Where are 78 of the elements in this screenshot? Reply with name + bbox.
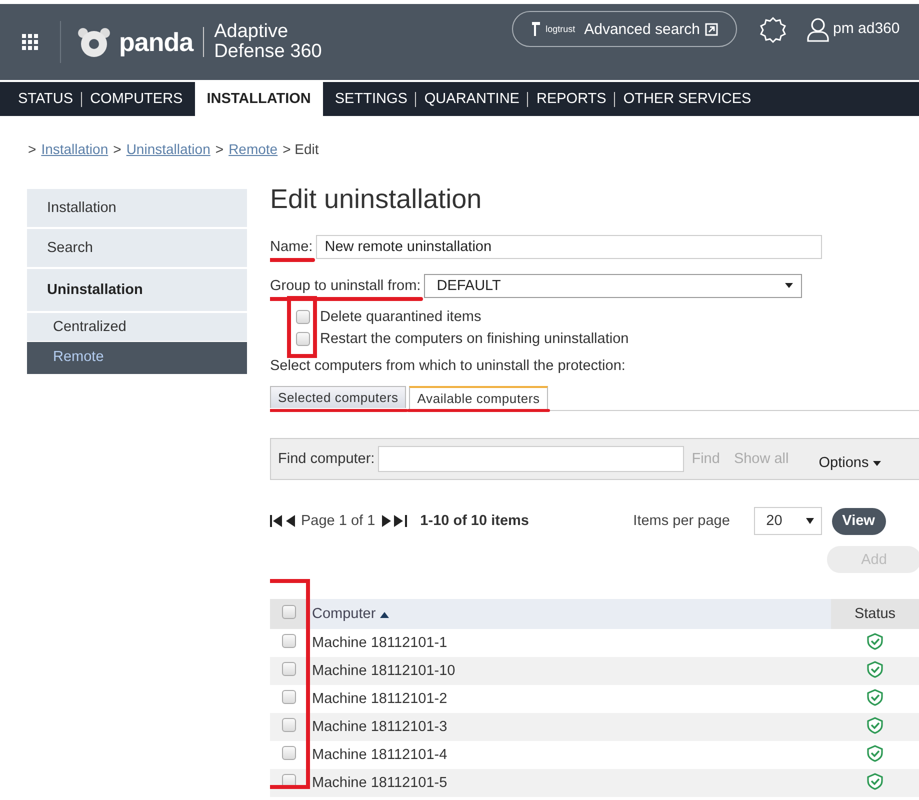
breadcrumb-text: > Edit <box>282 141 319 159</box>
checkbox[interactable] <box>296 310 310 324</box>
group-dropdown[interactable]: DEFAULT <box>424 274 802 298</box>
product-name: Defense 360 <box>214 42 322 62</box>
page-indicator: Page 1 of 1 <box>301 513 376 529</box>
checkbox-label: Delete quarantined items <box>320 309 482 325</box>
shield-check-icon <box>866 660 884 678</box>
table-cell: Machine 18112101-1 <box>308 629 831 657</box>
user-name[interactable]: pm ad360 <box>833 20 900 37</box>
shield-check-icon <box>866 632 884 650</box>
search-field[interactable] <box>378 446 684 472</box>
product-name: Adaptive <box>214 22 290 42</box>
previous-page-icon <box>286 515 296 527</box>
checkbox[interactable] <box>282 718 296 732</box>
field-label: Items per page <box>633 513 731 529</box>
column-header[interactable]: Status <box>831 599 919 629</box>
checkbox[interactable] <box>296 332 310 346</box>
table-cell: Machine 18112101-4 <box>308 741 831 769</box>
shield-check-icon <box>866 744 884 762</box>
last-page-icon <box>394 515 408 527</box>
tab[interactable]: Available computers <box>409 386 548 409</box>
caret-icon <box>806 518 814 524</box>
panda-icon <box>75 26 113 58</box>
table-cell: Machine 18112101-10 <box>308 657 831 685</box>
advanced-search-button[interactable]: logtrust Advanced search <box>512 11 737 47</box>
breadcrumb-text: > <box>215 141 224 159</box>
user-icon <box>807 18 829 42</box>
sort-ascending-icon <box>380 612 389 618</box>
caret-icon <box>784 283 793 288</box>
nav-tab[interactable]: QUARANTINE <box>416 82 528 116</box>
shield-check-icon <box>866 688 884 706</box>
table-cell: Machine 18112101-3 <box>308 713 831 741</box>
nav-tab[interactable]: OTHER SERVICES <box>615 82 760 116</box>
checkbox[interactable] <box>282 690 296 704</box>
nav-tab[interactable]: REPORTS <box>528 82 614 116</box>
view-button[interactable]: View <box>832 508 886 534</box>
name-field[interactable]: New remote uninstallation <box>316 234 822 258</box>
item-count: 1-10 of 10 items <box>420 513 530 529</box>
breadcrumb-text: > <box>28 141 36 159</box>
next-page-icon <box>381 515 392 527</box>
first-page-icon <box>270 515 283 527</box>
sidebar-item[interactable]: Uninstallation <box>27 269 247 311</box>
sidebar-item[interactable]: Installation <box>27 189 247 227</box>
caret-icon <box>872 460 881 466</box>
options-menu-button[interactable]: Options <box>818 455 881 471</box>
nav-tab[interactable]: STATUS <box>10 82 82 116</box>
checkbox[interactable] <box>282 746 296 760</box>
breadcrumb-link[interactable]: Remote <box>228 141 278 161</box>
shield-check-icon <box>866 772 884 790</box>
field-label: Find computer: <box>278 451 375 467</box>
field-label: Group to uninstall from: <box>270 278 421 294</box>
table-cell: Machine 18112101-2 <box>308 685 831 713</box>
breadcrumb-link[interactable]: Uninstallation <box>126 141 210 161</box>
breadcrumb-text: > <box>113 141 122 159</box>
shield-check-icon <box>866 716 884 734</box>
field-label: Name: <box>270 238 313 254</box>
checkbox-label: Restart the computers on finishing uninstallation <box>320 331 629 347</box>
external-link-icon <box>705 22 718 36</box>
checkbox[interactable] <box>282 605 296 619</box>
nav-tab[interactable]: COMPUTERS <box>82 82 191 116</box>
instruction-text: Select computers from which to uninstall the protection: <box>270 358 626 374</box>
tab[interactable]: Selected computers <box>270 386 406 408</box>
brand-name: panda <box>119 26 194 58</box>
column-header[interactable]: Computer <box>308 599 831 629</box>
logo-text: logtrust <box>546 24 576 34</box>
sidebar-item[interactable]: Search <box>27 229 247 267</box>
page-title: Edit uninstallation <box>270 183 483 216</box>
checkbox[interactable] <box>282 634 296 648</box>
sidebar-item[interactable]: Remote <box>27 342 247 374</box>
sidebar-item[interactable]: Centralized <box>27 313 247 341</box>
settings-icon <box>759 16 787 44</box>
items-per-page-dropdown[interactable]: 20 <box>754 507 822 535</box>
apps-grid-icon <box>22 34 38 50</box>
nav-tab[interactable]: INSTALLATION <box>194 82 323 116</box>
nav-tab[interactable]: SETTINGS <box>326 82 416 116</box>
breadcrumb-link[interactable]: Installation <box>41 141 108 161</box>
checkbox[interactable] <box>282 662 296 676</box>
table-cell: Machine 18112101-5 <box>308 769 831 797</box>
